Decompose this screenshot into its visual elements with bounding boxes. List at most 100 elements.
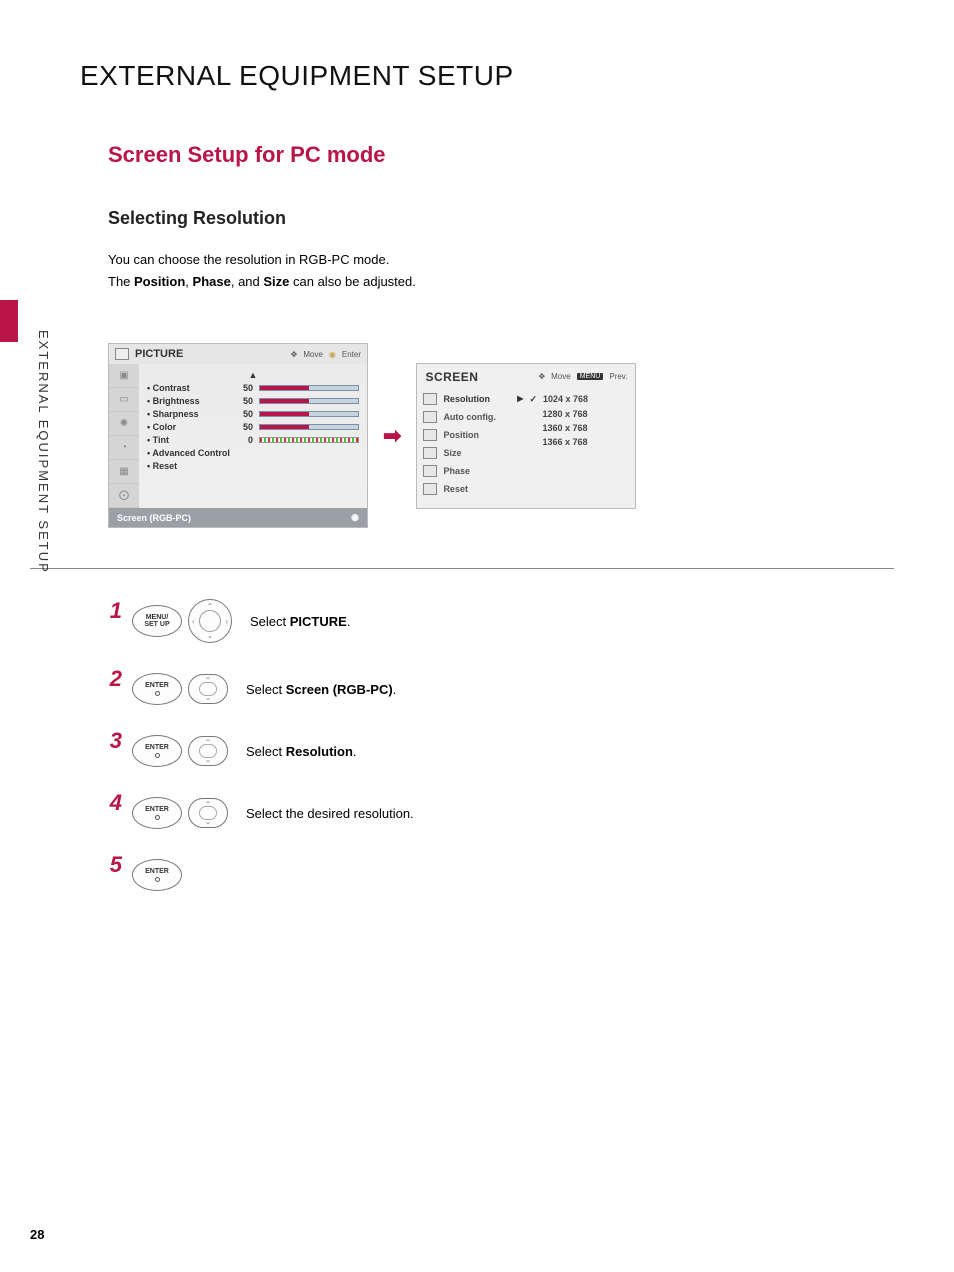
chevron-right-icon: › [225,617,228,626]
move-hint: Move [551,372,571,381]
step-text: Select Screen (RGB-PC). [246,682,396,697]
picture-label: • Sharpness [147,409,227,419]
section-heading: Selecting Resolution [108,208,894,229]
screen-menu-item: Auto config. [423,408,523,426]
step-post: . [393,682,397,697]
updown-icon: ⌃ ⌄ [188,674,228,704]
screen-menu-item: Resolution ▶ [423,390,523,408]
reset-label: • Reset [147,461,359,471]
picture-value: 50 [233,383,253,393]
menu-setup-button: MENU/ SET UP [132,605,182,637]
arrow-right-icon: ➡ [383,423,401,449]
chevron-down-icon: ⌄ [207,631,214,640]
btn-line2: SET UP [144,621,169,628]
step-2: 2 ENTER ⌃ ⌄ Select Screen (RGB-PC). [108,673,894,705]
screen-menu-item: Reset [423,480,523,498]
resolution-option: 1280 x 768 [529,407,635,421]
picture-osd-header: PICTURE ✥ Move ◉ Enter [109,344,367,364]
caret-right-icon: ▶ [517,394,523,403]
picture-value: 50 [233,396,253,406]
picture-osd-footer-selected: Screen (RGB-PC) ◉ [109,508,367,527]
step-5: 5 ENTER [108,859,894,891]
tint-bar [259,437,359,443]
page-root: EXTERNAL EQUIPMENT SETUP EXTERNAL EQUIPM… [0,0,954,1272]
section-divider [30,568,894,569]
move-hint: Move [303,350,323,359]
item-icon [423,483,437,495]
picture-header-icon [115,348,129,360]
step-post: . [347,614,351,629]
remote-buttons: ENTER [132,859,182,891]
picture-osd-sidebar: ▣ ▭ ✺ ◔ ▦ ⨀ [109,364,139,508]
btn-label: ENTER [145,868,169,875]
item-icon [423,465,437,477]
updown-icon: ⌃ ⌄ [188,736,228,766]
sidebar-icon-lock: ⨀ [109,484,139,508]
picture-label: • Brightness [147,396,227,406]
enter-button: ENTER [132,859,182,891]
intro-line-2: The Position, Phase, and Size can also b… [108,271,894,293]
scroll-up-icon: ▲ [147,370,359,380]
screen-osd: SCREEN ✥ Move MENU Prev. Resolution ▶ Au… [416,363,636,509]
item-label: Reset [443,484,468,494]
step-number: 5 [108,852,122,878]
chevron-left-icon: ‹ [192,617,195,626]
step-3: 3 ENTER ⌃ ⌄ Select Resolution. [108,735,894,767]
picture-value: 50 [233,422,253,432]
slider-bar [259,385,359,391]
sidebar-icon-picture: ▣ [109,364,139,388]
intro-bold-phase: Phase [193,274,231,289]
sidebar-icon-setup: ✺ [109,412,139,436]
step-1: 1 MENU/ SET UP ⌃ ⌄ ‹ › Select PICT [108,599,894,643]
item-label: Phase [443,466,470,476]
intro-text: You can choose the resolution in RGB-PC … [108,249,894,293]
remote-buttons: ENTER ⌃ ⌄ [132,735,228,767]
footer-label: Screen (RGB-PC) [117,513,191,523]
intro-bold-position: Position [134,274,185,289]
enter-hint: Enter [342,350,361,359]
picture-row-advanced: • Advanced Control [147,448,359,458]
enter-button: ENTER [132,797,182,829]
slider-bar [259,411,359,417]
intro-pre: The [108,274,134,289]
sidebar-icon-time: ◔ [109,436,139,460]
prev-hint: Prev. [609,372,627,381]
move-icon: ✥ [538,372,545,381]
resolution-option: 1366 x 768 [529,435,635,449]
osd-panels: PICTURE ✥ Move ◉ Enter ▣ ▭ ✺ ◔ [108,343,894,528]
page-number: 28 [30,1227,44,1242]
picture-value: 50 [233,409,253,419]
item-label: Position [443,430,479,440]
footer-enter-icon: ◉ [351,512,359,523]
btn-label: ENTER [145,744,169,751]
step-bold: Screen (RGB-PC) [286,682,393,697]
intro-sep1: , [185,274,192,289]
picture-row-tint: • Tint 0 [147,435,359,445]
picture-osd-title: PICTURE [135,348,183,360]
intro-line-1: You can choose the resolution in RGB-PC … [108,249,894,271]
step-bold: PICTURE [290,614,347,629]
enter-button: ENTER [132,735,182,767]
dpad-icon: ⌃ ⌄ ‹ › [188,599,232,643]
dot-icon [155,877,160,882]
item-icon [423,411,437,423]
slider-bar [259,398,359,404]
picture-label: • Color [147,422,227,432]
picture-row: • Sharpness 50 [147,409,359,419]
item-label: Auto config. [443,412,496,422]
intro-bold-size: Size [263,274,289,289]
step-pre: Select [246,682,286,697]
step-text: Select PICTURE. [250,614,350,629]
step-number: 3 [108,728,122,754]
page-title: EXTERNAL EQUIPMENT SETUP [80,60,914,92]
chevron-up-icon: ⌃ [205,738,212,747]
intro-sep2: , and [231,274,264,289]
chevron-up-icon: ⌃ [205,676,212,685]
menu-tag: MENU [577,373,604,380]
screen-osd-title: SCREEN [425,370,478,384]
resolution-option: 1024 x 768 [529,392,635,407]
screen-item-list: Resolution ▶ Auto config. Position Size … [417,390,529,498]
chevron-down-icon: ⌄ [205,693,212,702]
screen-menu-item: Size [423,444,523,462]
dot-icon [155,691,160,696]
